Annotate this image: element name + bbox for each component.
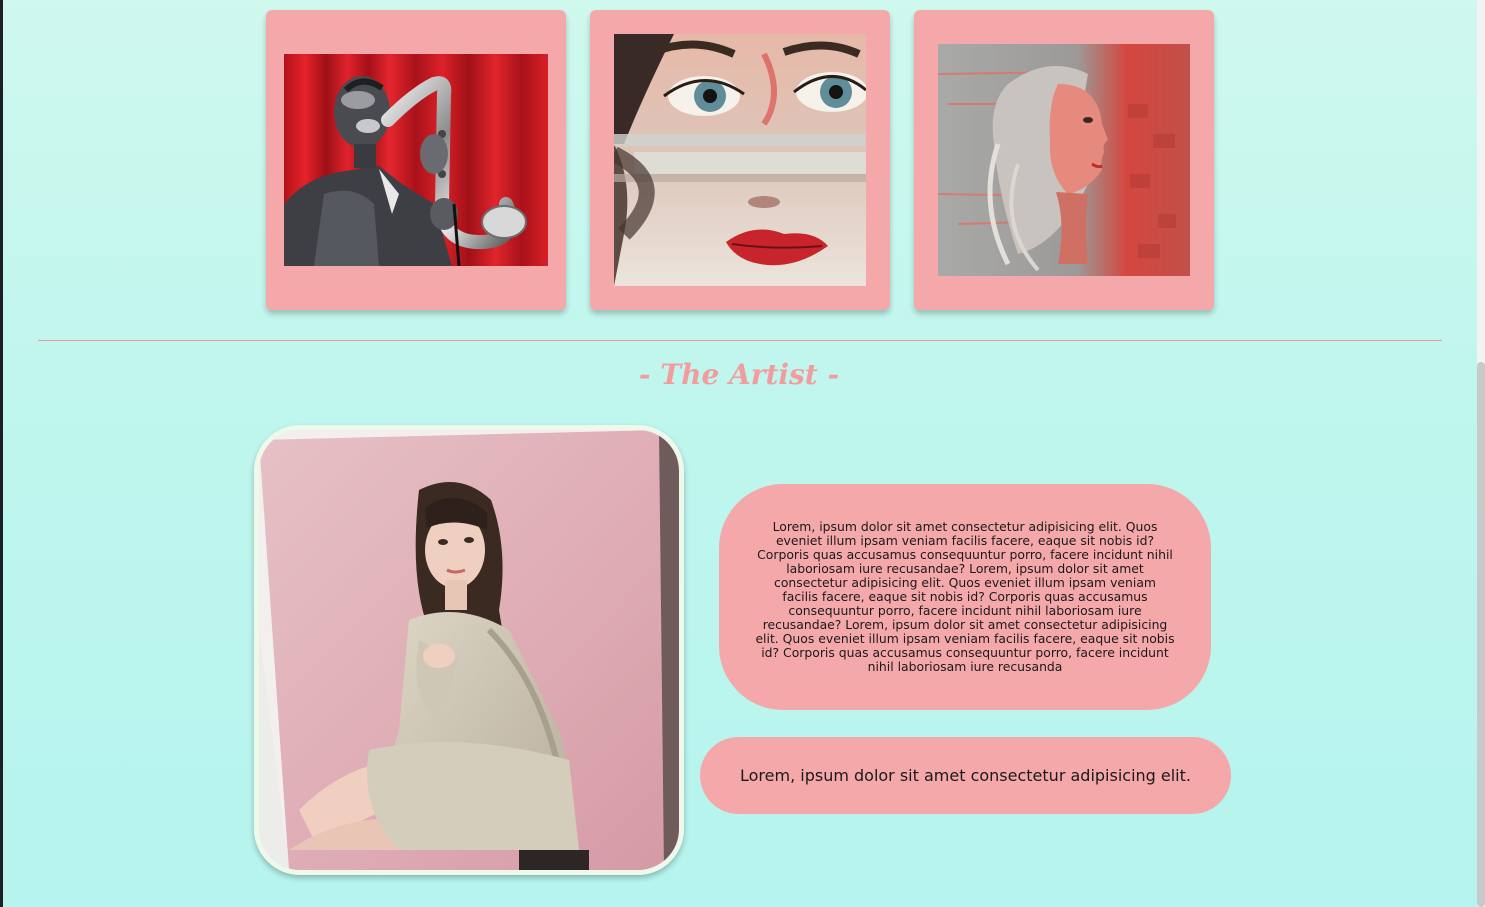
artist-tagline-text: Lorem, ipsum dolor sit amet consectetur … — [740, 766, 1191, 785]
artist-section-title: - The Artist - — [638, 358, 840, 391]
artwork-card-face[interactable] — [590, 10, 890, 310]
artwork-image-profile — [938, 44, 1190, 276]
artist-tagline-bubble: Lorem, ipsum dolor sit amet consectetur … — [700, 737, 1231, 814]
artwork-card-saxophone[interactable] — [266, 10, 566, 310]
artwork-gallery — [266, 10, 1214, 310]
page-scrollbar-thumb[interactable] — [1477, 362, 1485, 907]
artist-bio-text: Lorem, ipsum dolor sit amet consectetur … — [755, 519, 1175, 674]
artist-photo — [259, 430, 679, 870]
artist-bio-bubble: Lorem, ipsum dolor sit amet consectetur … — [719, 484, 1211, 710]
artist-portrait — [254, 425, 684, 875]
window-left-edge — [0, 0, 3, 907]
artwork-image-saxophone — [284, 54, 548, 266]
artwork-image-face — [614, 34, 866, 286]
artwork-card-profile[interactable] — [914, 10, 1214, 310]
page-scrollbar-track[interactable] — [1477, 0, 1485, 907]
section-divider — [38, 340, 1442, 341]
